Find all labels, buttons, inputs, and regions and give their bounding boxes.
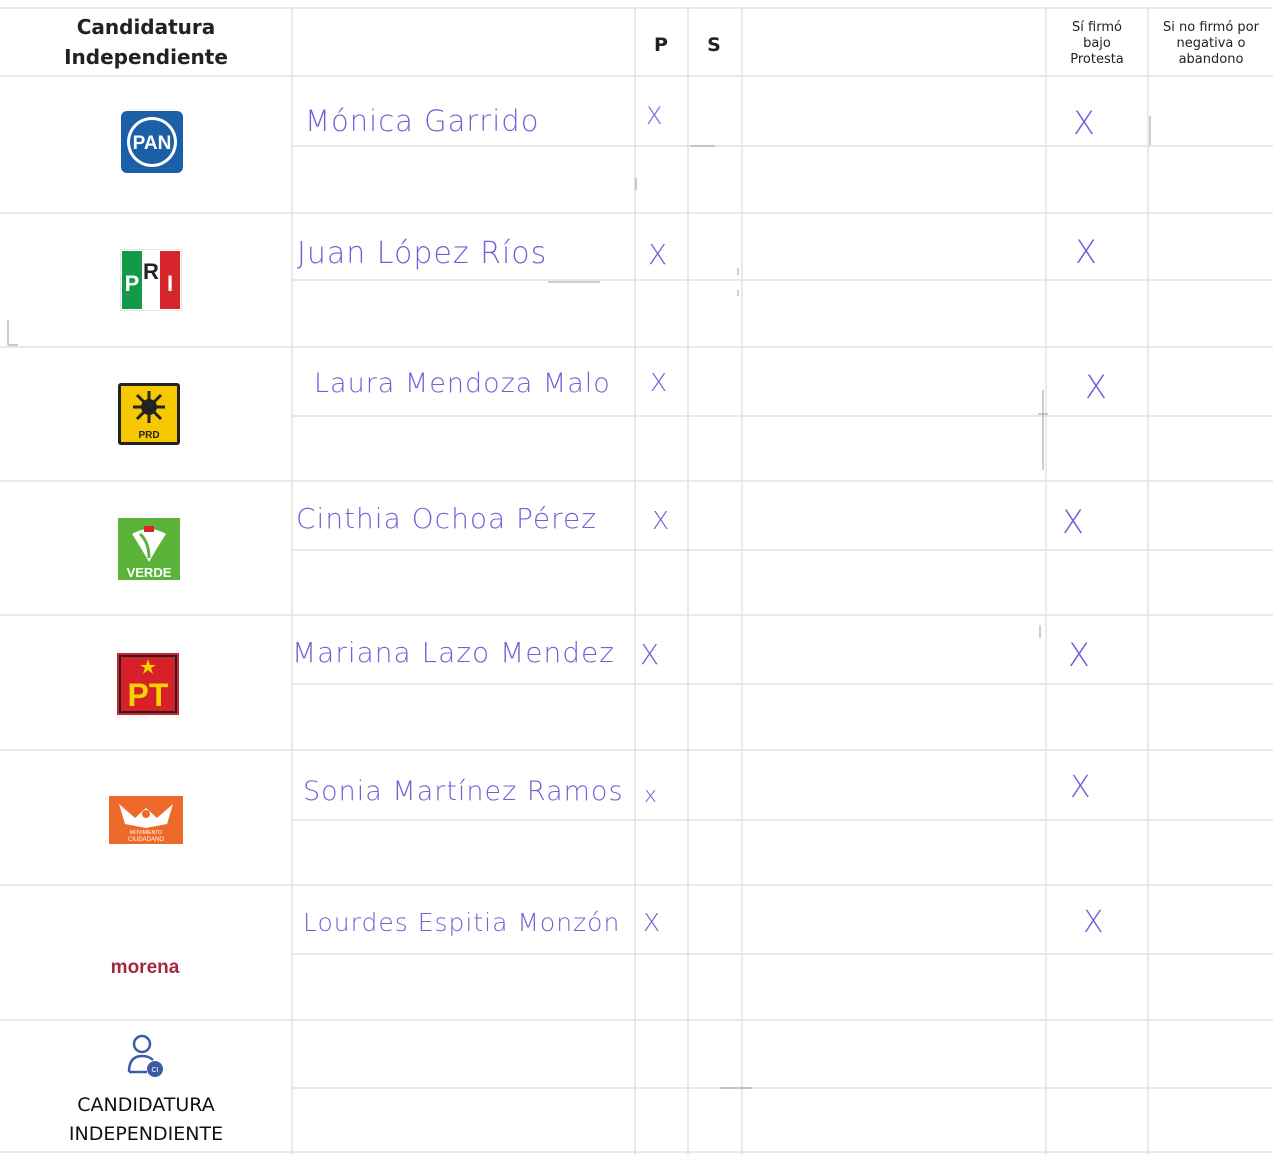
morena-logo: morena bbox=[110, 957, 180, 978]
mark-p: X bbox=[648, 238, 669, 271]
mc-logo-line1: MOVIMIENTO bbox=[130, 830, 162, 836]
header-p: P bbox=[654, 34, 668, 56]
mark-p: X bbox=[643, 908, 662, 937]
mark-p: X bbox=[640, 638, 661, 671]
mark-p: X bbox=[646, 102, 664, 130]
header-no-firmo: Si no firmó por negativa o abandono bbox=[1163, 20, 1259, 67]
independent-badge-text: CI bbox=[152, 1067, 159, 1074]
pri-logo-i: I bbox=[167, 271, 173, 296]
independent-label-line2: INDEPENDIENTE bbox=[68, 1123, 224, 1145]
mark-firmo: X bbox=[1075, 233, 1098, 271]
pri-logo: P R I bbox=[120, 249, 182, 311]
mark-firmo: X bbox=[1068, 636, 1091, 674]
verde-logo-text: VERDE bbox=[127, 565, 172, 580]
prd-logo-text: PRD bbox=[138, 430, 159, 441]
mark-firmo: X bbox=[1070, 770, 1092, 805]
mark-p: X bbox=[652, 506, 671, 535]
mark-firmo: X bbox=[1062, 503, 1085, 541]
header-candidatura: Candidatura Independiente bbox=[64, 15, 228, 69]
mark-firmo: X bbox=[1083, 905, 1105, 940]
pri-logo-p: P bbox=[125, 271, 140, 296]
mark-p: X bbox=[650, 368, 669, 397]
independent-label-line1: CANDIDATURA bbox=[77, 1094, 215, 1116]
pan-logo: PAN bbox=[121, 111, 183, 173]
pri-logo-r: R bbox=[143, 259, 159, 284]
pt-logo: PT bbox=[117, 653, 179, 715]
candidate-name: Mariana Lazo Mendez bbox=[292, 636, 615, 669]
candidate-name: Juan López Ríos bbox=[297, 236, 548, 271]
candidate-name: Sonia Martínez Ramos bbox=[303, 776, 624, 807]
candidate-name: Lourdes Espitia Monzón bbox=[303, 908, 621, 937]
mc-logo-line2: CIUDADANO bbox=[128, 837, 164, 843]
header-s: S bbox=[707, 34, 721, 56]
form-grid bbox=[0, 7, 1273, 1155]
independent-label: CANDIDATURA INDEPENDIENTE bbox=[0, 1091, 292, 1149]
mark-firmo: X bbox=[1085, 368, 1108, 406]
movimiento-ciudadano-logo: MOVIMIENTO CIUDADANO bbox=[109, 796, 183, 844]
prd-logo: PRD bbox=[118, 383, 180, 445]
pan-logo-text: PAN bbox=[133, 133, 172, 154]
verde-logo: VERDE bbox=[118, 518, 180, 580]
pt-logo-text: PT bbox=[128, 677, 169, 713]
candidate-name: Mónica Garrido bbox=[305, 104, 540, 138]
mark-p: x bbox=[644, 783, 659, 808]
candidate-name: Cinthia Ochoa Pérez bbox=[296, 502, 597, 535]
header-firmo: Sí firmó bajo Protesta bbox=[1070, 20, 1124, 67]
candidate-name: Laura Mendoza Malo bbox=[314, 368, 611, 399]
mark-firmo: X bbox=[1073, 104, 1096, 142]
person-icon: CI bbox=[127, 1034, 163, 1077]
